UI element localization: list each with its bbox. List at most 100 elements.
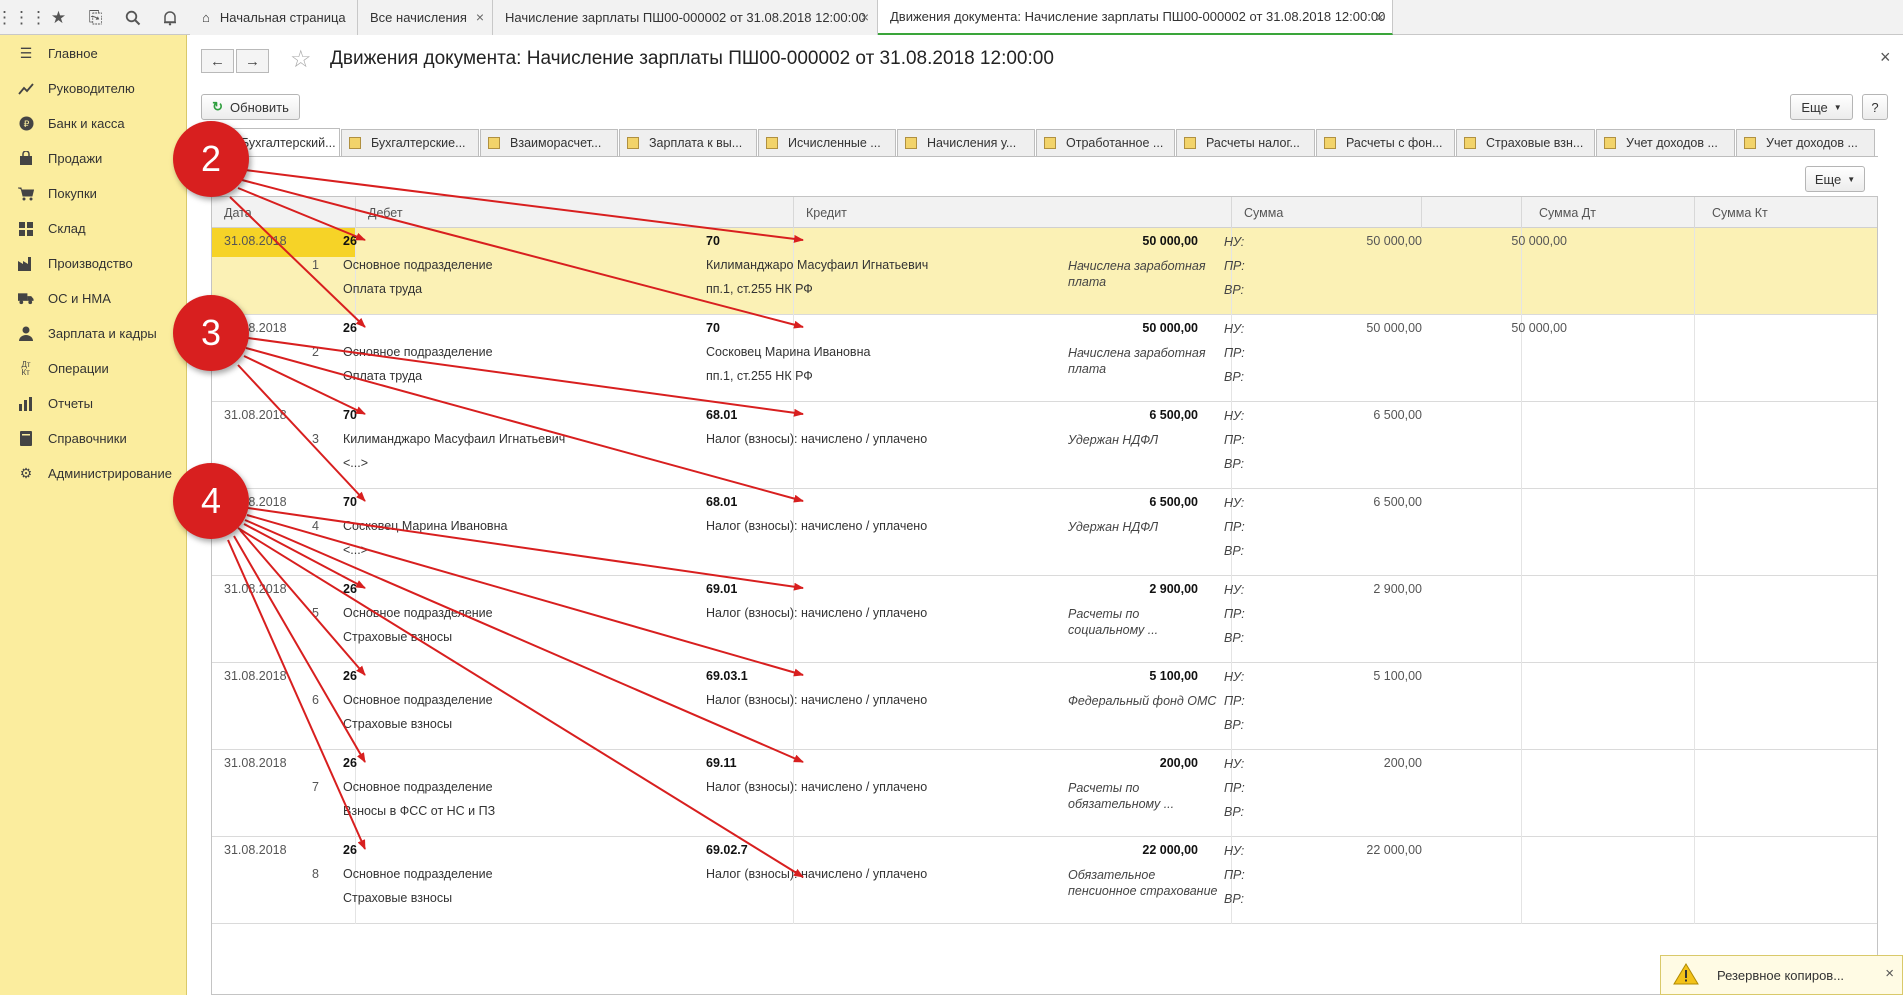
cell-label-nu: НУ: — [1224, 496, 1245, 510]
table-row[interactable]: 31.08.2018 3 70 Килиманджаро Масуфаил Игнат… — [212, 402, 1877, 489]
table-row[interactable]: 31.08.2018 1 26 Основное подразделение Оплат… — [212, 228, 1877, 315]
cell-credit-subconto-1: Сосковец Марина Ивановна — [706, 345, 871, 359]
close-icon[interactable]: × — [1376, 9, 1384, 25]
star-icon[interactable]: ★ — [40, 0, 77, 35]
cell-credit-account: 69.01 — [706, 582, 738, 596]
register-icon — [488, 137, 500, 149]
sidebar-item-catalogs[interactable]: Справочники — [0, 421, 187, 456]
home-icon: ⌂ — [202, 10, 210, 25]
register-tab-label: Зарплата к вы... — [649, 136, 743, 150]
register-tab-accruals[interactable]: Начисления у... — [897, 129, 1035, 156]
register-tab-settlements[interactable]: Взаиморасчет... — [480, 129, 618, 156]
register-tab-label: Расчеты с фон... — [1346, 136, 1443, 150]
tab-document-movements[interactable]: Движения документа: Начисление зарплаты … — [878, 0, 1393, 35]
column-header-sum-dt[interactable]: Сумма Дт — [1521, 197, 1694, 228]
favorite-star-icon[interactable]: ☆ — [290, 45, 312, 74]
register-tab-income-1[interactable]: Учет доходов ... — [1596, 129, 1735, 156]
register-tab-income-2[interactable]: Учет доходов ... — [1736, 129, 1875, 156]
register-tab-salary-payable[interactable]: Зарплата к вы... — [619, 129, 757, 156]
register-tab-accounting-2[interactable]: Бухгалтерские... — [341, 129, 479, 156]
column-divider — [1694, 228, 1695, 315]
column-header-date[interactable]: Дата — [212, 197, 355, 228]
cell-debit-subconto-1: Основное подразделение — [343, 693, 493, 707]
history-icon[interactable]: ⎘ — [77, 0, 114, 35]
more-label: Еще — [1814, 171, 1842, 187]
column-divider — [1521, 663, 1522, 750]
person-icon — [18, 326, 34, 342]
search-icon[interactable] — [114, 0, 151, 35]
cell-row-number: 1 — [312, 258, 319, 272]
back-button[interactable]: ← — [201, 49, 234, 73]
grid-more-button[interactable]: Еще ▼ — [1805, 166, 1865, 192]
tab-label: Движения документа: Начисление зарплаты … — [890, 9, 1386, 24]
sidebar-item-bank[interactable]: ₽ Банк и касса — [0, 106, 187, 141]
sidebar-item-administration[interactable]: ⚙ Администрирование — [0, 456, 187, 491]
chart-line-icon — [18, 81, 34, 97]
table-row[interactable]: 31.08.2018 7 26 Основное подразделение Взнос… — [212, 750, 1877, 837]
close-icon[interactable]: × — [861, 9, 869, 25]
register-icon — [1464, 137, 1476, 149]
register-tab-fund-calculations[interactable]: Расчеты с фон... — [1316, 129, 1455, 156]
cell-credit-account: 69.03.1 — [706, 669, 748, 683]
tab-payroll-document[interactable]: Начисление зарплаты ПШ00-000002 от 31.08… — [493, 0, 878, 35]
arrow-left-icon: ← — [210, 52, 225, 70]
register-tab-calculated[interactable]: Исчисленные ... — [758, 129, 896, 156]
backup-notification[interactable]: Резервное копиров... × — [1660, 955, 1903, 995]
table-row[interactable]: 31.08.2018 4 70 Сосковец Марина Ивановна <..… — [212, 489, 1877, 576]
cell-label-vr: ВР: — [1224, 370, 1245, 384]
column-divider — [1694, 402, 1695, 489]
sidebar-item-warehouse[interactable]: Склад — [0, 211, 187, 246]
cell-label-vr: ВР: — [1224, 718, 1245, 732]
cell-sum: 50 000,00 — [1142, 234, 1198, 248]
register-tab-worked-time[interactable]: Отработанное ... — [1036, 129, 1175, 156]
close-icon[interactable]: × — [476, 9, 484, 25]
close-icon[interactable]: × — [1885, 965, 1894, 982]
cell-credit-subconto-2: пп.1, ст.255 НК РФ — [706, 369, 813, 383]
cell-credit-subconto-2: пп.1, ст.255 НК РФ — [706, 282, 813, 296]
movements-grid[interactable]: Дата Дебет Кредит Сумма Сумма Дт Сумма К… — [211, 196, 1878, 995]
cell-row-number: 4 — [312, 519, 319, 533]
cell-credit-subconto-1: Налог (взносы): начислено / уплачено — [706, 606, 928, 620]
refresh-button[interactable]: ↻ Обновить — [201, 94, 300, 120]
sidebar-item-sales[interactable]: Продажи — [0, 141, 187, 176]
register-tab-insurance[interactable]: Страховые взн... — [1456, 129, 1595, 156]
sidebar-item-reports[interactable]: Отчеты — [0, 386, 187, 421]
sidebar-item-fixed-assets[interactable]: ОС и НМА — [0, 281, 187, 316]
sidebar-item-purchases[interactable]: Покупки — [0, 176, 187, 211]
sidebar-item-production[interactable]: Производство — [0, 246, 187, 281]
cell-content: Удержан НДФЛ — [1068, 520, 1159, 534]
table-row[interactable]: 31.08.2018 6 26 Основное подразделение Страх… — [212, 663, 1877, 750]
report-chart-icon — [18, 396, 34, 412]
table-row[interactable]: 31.08.2018 2 26 Основное подразделение Оплат… — [212, 315, 1877, 402]
column-header-debit[interactable]: Дебет — [355, 197, 793, 228]
column-header-credit[interactable]: Кредит — [793, 197, 1231, 228]
sidebar-item-manager[interactable]: Руководителю — [0, 71, 187, 106]
sidebar-item-label: Производство — [48, 256, 133, 271]
sidebar-item-main[interactable]: ☰ Главное — [0, 36, 187, 71]
help-button[interactable]: ? — [1862, 94, 1888, 120]
cell-sum-dt: 50 000,00 — [1366, 321, 1422, 335]
close-form-icon[interactable]: × — [1880, 47, 1891, 68]
forward-button[interactable]: → — [236, 49, 269, 73]
register-icon — [905, 137, 917, 149]
register-tab-tax-calculations[interactable]: Расчеты налог... — [1176, 129, 1315, 156]
column-header-sum-kt[interactable]: Сумма Кт — [1694, 197, 1877, 228]
table-row[interactable]: 31.08.2018 8 26 Основное подразделение Страх… — [212, 837, 1877, 924]
table-row[interactable]: 31.08.2018 5 26 Основное подразделение Страх… — [212, 576, 1877, 663]
tab-home[interactable]: ⌂ Начальная страница — [190, 0, 358, 35]
tab-all-accruals[interactable]: Все начисления × — [358, 0, 493, 35]
sidebar: ☰ Главное Руководителю ₽ Банк и касса Пр… — [0, 35, 187, 995]
cell-label-nu: НУ: — [1224, 583, 1245, 597]
register-tab-label: Бухгалтерский... — [241, 136, 336, 150]
cell-credit-account: 68.01 — [706, 495, 738, 509]
cell-credit-subconto-1: Налог (взносы): начислено / уплачено — [706, 519, 928, 533]
factory-icon — [18, 256, 34, 272]
cell-debit-subconto-1: Сосковец Марина Ивановна — [343, 519, 508, 533]
column-header-sum[interactable]: Сумма — [1231, 197, 1421, 228]
sidebar-item-operations[interactable]: Дт Кт Операции — [0, 351, 187, 386]
more-button[interactable]: Еще ▼ — [1790, 94, 1853, 120]
cell-debit-subconto-2: Оплата труда — [343, 282, 423, 296]
apps-grid-icon[interactable]: ⋮⋮⋮ — [0, 0, 47, 35]
bell-icon[interactable] — [151, 0, 188, 35]
sidebar-item-salary-hr[interactable]: Зарплата и кадры — [0, 316, 187, 351]
